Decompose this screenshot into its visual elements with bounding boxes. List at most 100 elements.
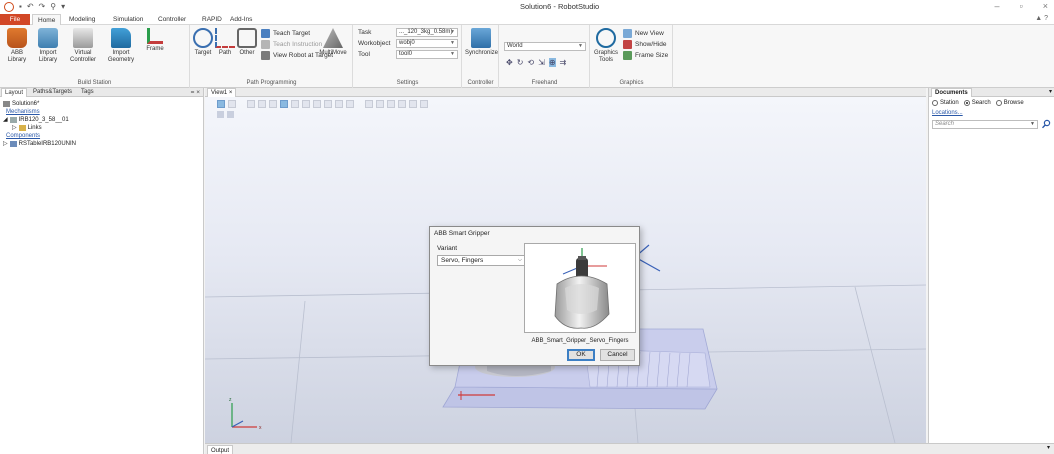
multirobot-jog-icon[interactable]: ⇉ — [560, 58, 567, 67]
view-tool-icon[interactable] — [302, 100, 310, 108]
reference-select[interactable]: World ▼ — [504, 42, 586, 51]
synchronize-button[interactable]: Synchronize — [465, 28, 498, 57]
tab-view1[interactable]: View1 × — [207, 88, 237, 97]
zoom-icon[interactable]: ⚲ — [50, 2, 56, 12]
jog-linear-icon[interactable]: ⇲ — [538, 58, 545, 67]
view-tool-icon[interactable] — [313, 100, 321, 108]
play-icon[interactable] — [217, 111, 224, 118]
layout-panel-tabs: Layout Paths&Targets Tags = × — [0, 88, 203, 97]
show-hide-button[interactable]: Show/Hide — [623, 39, 666, 49]
tree-item-station[interactable]: Solution6* — [3, 100, 76, 108]
pin-icon[interactable]: ▾ — [1047, 444, 1050, 451]
tree-item-component[interactable]: ▷ RSTableIRB120UNIN — [3, 140, 76, 148]
task-select[interactable]: ..._120_3kg_0.58m) ▼ — [396, 28, 458, 37]
import-library-button[interactable]: Import Library — [34, 28, 62, 64]
collapse-icon[interactable]: ▷ — [3, 140, 8, 148]
redo-icon[interactable]: ↷ — [39, 2, 46, 12]
view-tool-icon[interactable] — [228, 100, 236, 108]
variant-select[interactable]: Servo, Fingers ⌵ — [437, 255, 526, 266]
view-tool-icon[interactable] — [247, 100, 255, 108]
teach-instruction-button[interactable]: Teach Instruction — [261, 39, 322, 49]
view-toolbar — [217, 100, 428, 108]
stop-icon[interactable] — [227, 111, 234, 118]
view-tool-icon[interactable] — [217, 100, 225, 108]
minimize-icon[interactable]: – — [995, 1, 1000, 11]
maximize-icon[interactable]: ▫ — [1020, 1, 1023, 11]
view-tool-icon[interactable] — [324, 100, 332, 108]
view-tool-icon[interactable] — [376, 100, 384, 108]
multimove-button[interactable]: MultiMove — [317, 28, 349, 57]
tree-item-links[interactable]: ▷ Links — [3, 124, 76, 132]
import-geometry-button[interactable]: Import Geometry — [104, 28, 138, 64]
radio-browse[interactable]: Browse — [995, 100, 1024, 106]
pin-icon[interactable]: ▾ — [1049, 88, 1052, 97]
ok-button[interactable]: OK — [567, 349, 595, 361]
tab-home[interactable]: Home — [32, 14, 62, 25]
group-freehand: World ▼ ✥ ↻ ⟲ ⇲ ⊕ ⇉ Freehand — [500, 25, 590, 88]
rotate-icon[interactable]: ↻ — [517, 58, 524, 67]
world-z-axis-letter: z — [229, 397, 232, 403]
tab-paths-targets[interactable]: Paths&Targets — [30, 88, 75, 97]
undo-icon[interactable]: ↶ — [27, 2, 34, 12]
virtual-controller-button[interactable]: Virtual Controller — [66, 28, 100, 64]
tab-tags[interactable]: Tags — [78, 88, 97, 97]
group-label-path-programming: Path Programming — [246, 80, 297, 86]
tab-simulation[interactable]: Simulation — [108, 14, 148, 25]
gripper-model-image — [554, 248, 610, 329]
tool-label: Tool — [358, 51, 370, 58]
tree-item-robot[interactable]: ◢ IRB120_3_58__01 — [3, 116, 76, 124]
customize-qat-icon[interactable]: ▾ — [61, 2, 65, 12]
collapse-icon[interactable]: ▷ — [12, 124, 17, 132]
tab-output[interactable]: Output — [207, 445, 234, 454]
workobject-select[interactable]: wobj0 ▼ — [396, 39, 458, 48]
view-tool-icon[interactable] — [335, 100, 343, 108]
view-tool-icon[interactable] — [387, 100, 395, 108]
ribbon-tabs: File Home Modeling Simulation Controller… — [0, 14, 1054, 25]
path-button[interactable]: Path — [215, 28, 235, 57]
tab-modeling[interactable]: Modeling — [64, 14, 100, 25]
tab-add-ins[interactable]: Add-Ins — [225, 14, 257, 25]
view-tool-icon[interactable] — [291, 100, 299, 108]
documents-panel: Documents ▾ Station Search Browse Locati… — [928, 88, 1054, 443]
virtual-controller-icon — [73, 28, 93, 48]
view-tool-icon[interactable] — [398, 100, 406, 108]
cancel-button[interactable]: Cancel — [600, 349, 635, 361]
other-button[interactable]: Other — [237, 28, 257, 57]
target-button[interactable]: Target — [193, 28, 213, 57]
view-tool-icon[interactable] — [346, 100, 354, 108]
view-tool-icon[interactable] — [365, 100, 373, 108]
tool-select[interactable]: tool0 ▼ — [396, 50, 458, 59]
panel-close-button[interactable]: = × — [191, 88, 200, 97]
locations-link[interactable]: Locations... — [932, 110, 963, 116]
frame-button[interactable]: Frame — [142, 28, 168, 53]
close-icon[interactable]: × — [1043, 1, 1048, 11]
radio-search[interactable]: Search — [963, 100, 991, 106]
view-tool-icon[interactable] — [258, 100, 266, 108]
group-build-station: ABB Library Import Library Virtual Contr… — [0, 25, 190, 88]
group-label-settings: Settings — [396, 80, 419, 86]
view-tool-icon[interactable] — [420, 100, 428, 108]
move-icon[interactable]: ✥ — [506, 58, 513, 67]
preview-caption: ABB_Smart_Gripper_Servo_Fingers — [531, 338, 629, 344]
tab-controller[interactable]: Controller — [153, 14, 191, 25]
help-icon[interactable]: ▲ ? — [1035, 15, 1048, 22]
expand-icon[interactable]: ◢ — [3, 116, 8, 124]
frame-size-button[interactable]: Frame Size — [623, 50, 668, 60]
view-tool-icon[interactable] — [280, 100, 288, 108]
tab-file[interactable]: File — [0, 14, 30, 25]
view-tool-icon[interactable] — [409, 100, 417, 108]
new-view-button[interactable]: New View — [623, 28, 664, 38]
document-search-input[interactable]: Search ▼ — [932, 120, 1038, 129]
abb-library-button[interactable]: ABB Library — [3, 28, 31, 64]
tab-layout[interactable]: Layout — [1, 88, 28, 97]
graphics-tools-button[interactable]: Graphics Tools — [593, 28, 619, 64]
radio-station[interactable]: Station — [932, 100, 959, 106]
save-icon[interactable]: ▪ — [19, 2, 22, 12]
tab-rapid[interactable]: RAPID — [197, 14, 227, 25]
jog-reorient-icon[interactable]: ⊕ — [548, 58, 556, 67]
search-icon[interactable] — [1041, 119, 1051, 129]
tree-header-mechanisms: Mechanisms — [6, 109, 40, 115]
view-tool-icon[interactable] — [269, 100, 277, 108]
teach-target-button[interactable]: Teach Target — [261, 28, 310, 38]
jog-joint-icon[interactable]: ⟲ — [527, 58, 534, 67]
